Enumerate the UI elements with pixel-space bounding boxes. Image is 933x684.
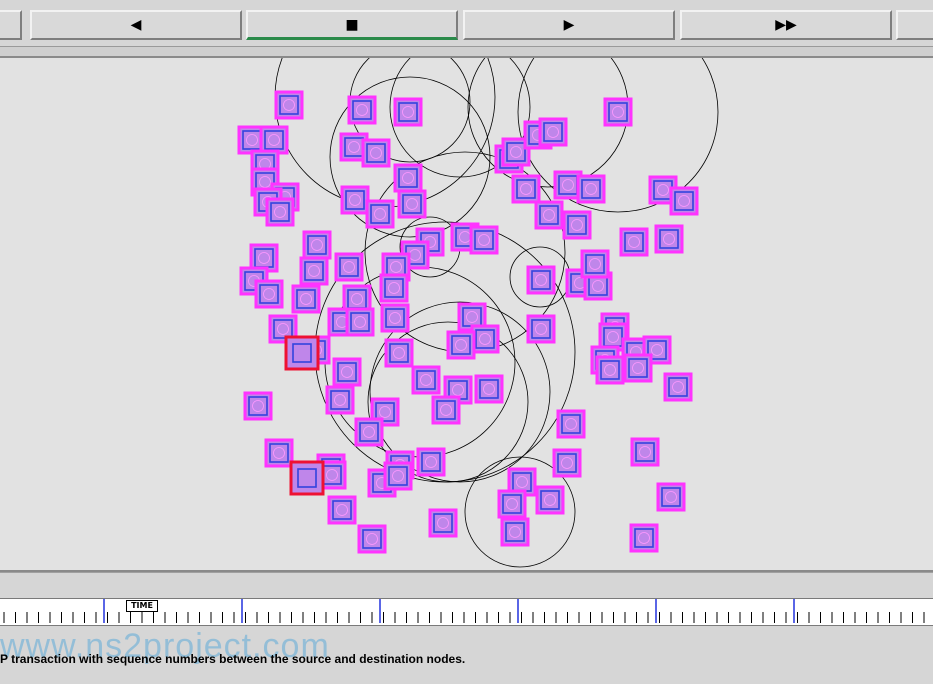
playback-toolbar: ◀ ■ ▶ ▶▶	[0, 0, 933, 46]
network-node[interactable]	[474, 374, 504, 404]
network-node[interactable]	[397, 189, 427, 219]
network-node[interactable]	[393, 97, 423, 127]
network-node[interactable]	[469, 225, 499, 255]
highlighted-node[interactable]	[284, 335, 320, 371]
network-node[interactable]	[384, 338, 414, 368]
network-node[interactable]	[526, 265, 556, 295]
network-node[interactable]	[354, 417, 384, 447]
network-node[interactable]	[299, 256, 329, 286]
network-node[interactable]	[274, 90, 304, 120]
network-node[interactable]	[302, 230, 332, 260]
network-node[interactable]	[669, 186, 699, 216]
network-node[interactable]	[327, 495, 357, 525]
network-node[interactable]	[500, 517, 530, 547]
network-node[interactable]	[619, 227, 649, 257]
network-node[interactable]	[416, 447, 446, 477]
toolbar-left-edge-button[interactable]	[0, 10, 22, 40]
fast-forward-icon: ▶▶	[775, 17, 797, 33]
network-node[interactable]	[411, 365, 441, 395]
network-node[interactable]	[334, 252, 364, 282]
network-node[interactable]	[595, 355, 625, 385]
network-node[interactable]	[431, 395, 461, 425]
timeline-slider[interactable]: TIME	[0, 598, 933, 626]
network-node[interactable]	[538, 117, 568, 147]
network-node[interactable]	[340, 185, 370, 215]
network-topology	[237, 58, 719, 568]
network-node[interactable]	[264, 438, 294, 468]
network-node[interactable]	[576, 174, 606, 204]
toolbar-separator	[0, 46, 933, 56]
highlighted-node[interactable]	[289, 460, 325, 496]
network-node[interactable]	[325, 385, 355, 415]
network-node[interactable]	[497, 489, 527, 519]
network-node[interactable]	[259, 125, 289, 155]
network-node[interactable]	[535, 485, 565, 515]
network-node[interactable]	[380, 303, 410, 333]
network-node[interactable]	[470, 324, 500, 354]
play-icon: ▶	[563, 17, 575, 33]
canvas-separator	[0, 572, 933, 598]
network-node[interactable]	[580, 249, 610, 279]
network-node[interactable]	[365, 199, 395, 229]
network-node[interactable]	[254, 279, 284, 309]
network-node[interactable]	[291, 284, 321, 314]
network-node[interactable]	[534, 200, 564, 230]
network-node[interactable]	[265, 197, 295, 227]
network-node[interactable]	[243, 391, 273, 421]
toolbar-right-edge-button[interactable]	[896, 10, 933, 40]
network-node[interactable]	[623, 353, 653, 383]
network-node[interactable]	[511, 174, 541, 204]
rewind-icon: ◀	[130, 17, 142, 33]
network-node[interactable]	[629, 523, 659, 553]
stop-button[interactable]: ■	[246, 10, 458, 40]
network-node[interactable]	[526, 314, 556, 344]
network-node[interactable]	[332, 357, 362, 387]
network-node[interactable]	[383, 461, 413, 491]
play-button[interactable]: ▶	[463, 10, 675, 40]
network-node[interactable]	[556, 409, 586, 439]
network-node[interactable]	[393, 163, 423, 193]
network-node[interactable]	[361, 138, 391, 168]
time-marker[interactable]: TIME	[126, 600, 158, 612]
network-node[interactable]	[347, 95, 377, 125]
network-node[interactable]	[345, 307, 375, 337]
network-canvas[interactable]	[0, 56, 933, 572]
network-node[interactable]	[603, 97, 633, 127]
network-node[interactable]	[630, 437, 660, 467]
network-node[interactable]	[428, 508, 458, 538]
network-node[interactable]	[379, 273, 409, 303]
network-node[interactable]	[357, 524, 387, 554]
fast-forward-button[interactable]: ▶▶	[680, 10, 892, 40]
stop-icon: ■	[345, 16, 359, 33]
status-message: P transaction with sequence numbers betw…	[0, 652, 466, 666]
network-node[interactable]	[562, 210, 592, 240]
network-node[interactable]	[656, 482, 686, 512]
rewind-button[interactable]: ◀	[30, 10, 242, 40]
network-node[interactable]	[654, 224, 684, 254]
network-node[interactable]	[446, 330, 476, 360]
network-node[interactable]	[663, 372, 693, 402]
network-node[interactable]	[552, 448, 582, 478]
